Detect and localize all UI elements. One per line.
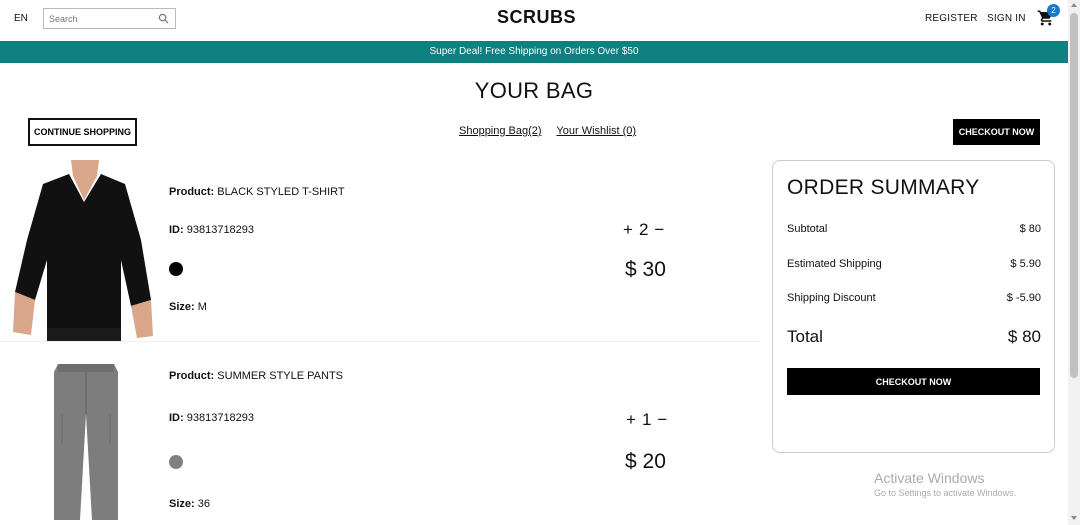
total-value: $ 80: [1007, 327, 1041, 346]
watermark-title: Activate Windows: [874, 470, 985, 486]
subtotal-row: Subtotal $ 80: [787, 223, 1041, 235]
product-size-line: Size: 36: [169, 498, 210, 510]
id-label: ID:: [169, 224, 184, 236]
wishlist-link[interactable]: Your Wishlist (0): [556, 125, 636, 137]
product-label: Product:: [169, 370, 215, 382]
shipping-label: Estimated Shipping: [787, 258, 882, 270]
search-icon[interactable]: [158, 13, 169, 24]
checkout-now-button[interactable]: CHECKOUT NOW: [787, 368, 1040, 395]
checkout-now-top-button[interactable]: CHECKOUT NOW: [953, 119, 1040, 145]
product-id-line: ID: 93813718293: [169, 224, 254, 236]
shopping-bag-link[interactable]: Shopping Bag(2): [459, 125, 542, 137]
decrease-quantity-button[interactable]: −: [654, 220, 664, 240]
color-swatch: [169, 262, 183, 276]
language-selector[interactable]: EN: [14, 13, 28, 24]
quantity-stepper: + 1 −: [626, 410, 667, 430]
product-id: 93813718293: [186, 224, 255, 236]
product-id: 93813718293: [186, 412, 255, 424]
quantity-stepper: + 2 −: [623, 220, 664, 240]
product-id-line: ID: 93813718293: [169, 412, 254, 424]
scrollbar-thumb[interactable]: [1070, 13, 1078, 378]
page-scrollbar[interactable]: [1068, 0, 1080, 525]
product-image-tshirt[interactable]: [13, 160, 155, 341]
announcement-bar: Super Deal! Free Shipping on Orders Over…: [0, 41, 1068, 63]
color-swatch: [169, 455, 183, 469]
cart-count-badge: 2: [1047, 4, 1060, 17]
subtotal-value: $ 80: [1019, 223, 1041, 235]
product-size-line: Size: M: [169, 301, 207, 313]
scroll-up-arrow-icon[interactable]: [1071, 3, 1077, 7]
quantity-value: 2: [638, 220, 649, 239]
register-link[interactable]: REGISTER: [925, 13, 978, 24]
scroll-down-arrow-icon[interactable]: [1071, 516, 1077, 520]
watermark-subtitle: Go to Settings to activate Windows.: [874, 488, 1017, 498]
total-row: Total $ 80: [787, 327, 1041, 347]
increase-quantity-button[interactable]: +: [623, 220, 633, 240]
order-summary-title: ORDER SUMMARY: [787, 176, 980, 199]
product-price: $ 20: [625, 450, 666, 473]
product-size: 36: [197, 498, 210, 510]
product-name: BLACK STYLED T-SHIRT: [217, 186, 345, 198]
search-box[interactable]: [43, 8, 176, 29]
product-size: M: [197, 301, 207, 313]
sign-in-link[interactable]: SIGN IN: [987, 13, 1026, 24]
cart-item: Product: SUMMER STYLE PANTS ID: 93813718…: [0, 342, 760, 525]
quantity-value: 1: [641, 410, 652, 429]
site-logo[interactable]: SCRUBS: [497, 7, 576, 28]
search-input[interactable]: [44, 9, 154, 29]
shipping-row: Estimated Shipping $ 5.90: [787, 258, 1041, 270]
shipping-value: $ 5.90: [1010, 258, 1041, 270]
top-navbar: EN SCRUBS REGISTER SIGN IN 2: [0, 0, 1068, 41]
discount-label: Shipping Discount: [787, 292, 876, 304]
increase-quantity-button[interactable]: +: [626, 410, 636, 430]
id-label: ID:: [169, 412, 184, 424]
size-label: Size:: [169, 498, 195, 510]
product-name-line: Product: BLACK STYLED T-SHIRT: [169, 186, 345, 198]
product-price: $ 30: [625, 258, 666, 281]
continue-shopping-button[interactable]: CONTINUE SHOPPING: [28, 118, 137, 146]
product-image-pants[interactable]: [52, 364, 120, 524]
discount-value: $ -5.90: [1006, 292, 1041, 304]
subtotal-label: Subtotal: [787, 223, 828, 235]
size-label: Size:: [169, 301, 195, 313]
product-name-line: Product: SUMMER STYLE PANTS: [169, 370, 343, 382]
bag-links: Shopping Bag(2) Your Wishlist (0): [459, 125, 648, 137]
discount-row: Shipping Discount $ -5.90: [787, 292, 1041, 304]
product-label: Product:: [169, 186, 215, 198]
total-label: Total: [787, 327, 823, 346]
decrease-quantity-button[interactable]: −: [657, 410, 667, 430]
windows-activation-watermark: Activate Windows Go to Settings to activ…: [874, 470, 1016, 498]
cart-item: Product: BLACK STYLED T-SHIRT ID: 938137…: [0, 158, 760, 341]
page-title: YOUR BAG: [474, 78, 594, 103]
product-name: SUMMER STYLE PANTS: [217, 370, 344, 382]
order-summary: ORDER SUMMARY Subtotal $ 80 Estimated Sh…: [772, 160, 1055, 453]
